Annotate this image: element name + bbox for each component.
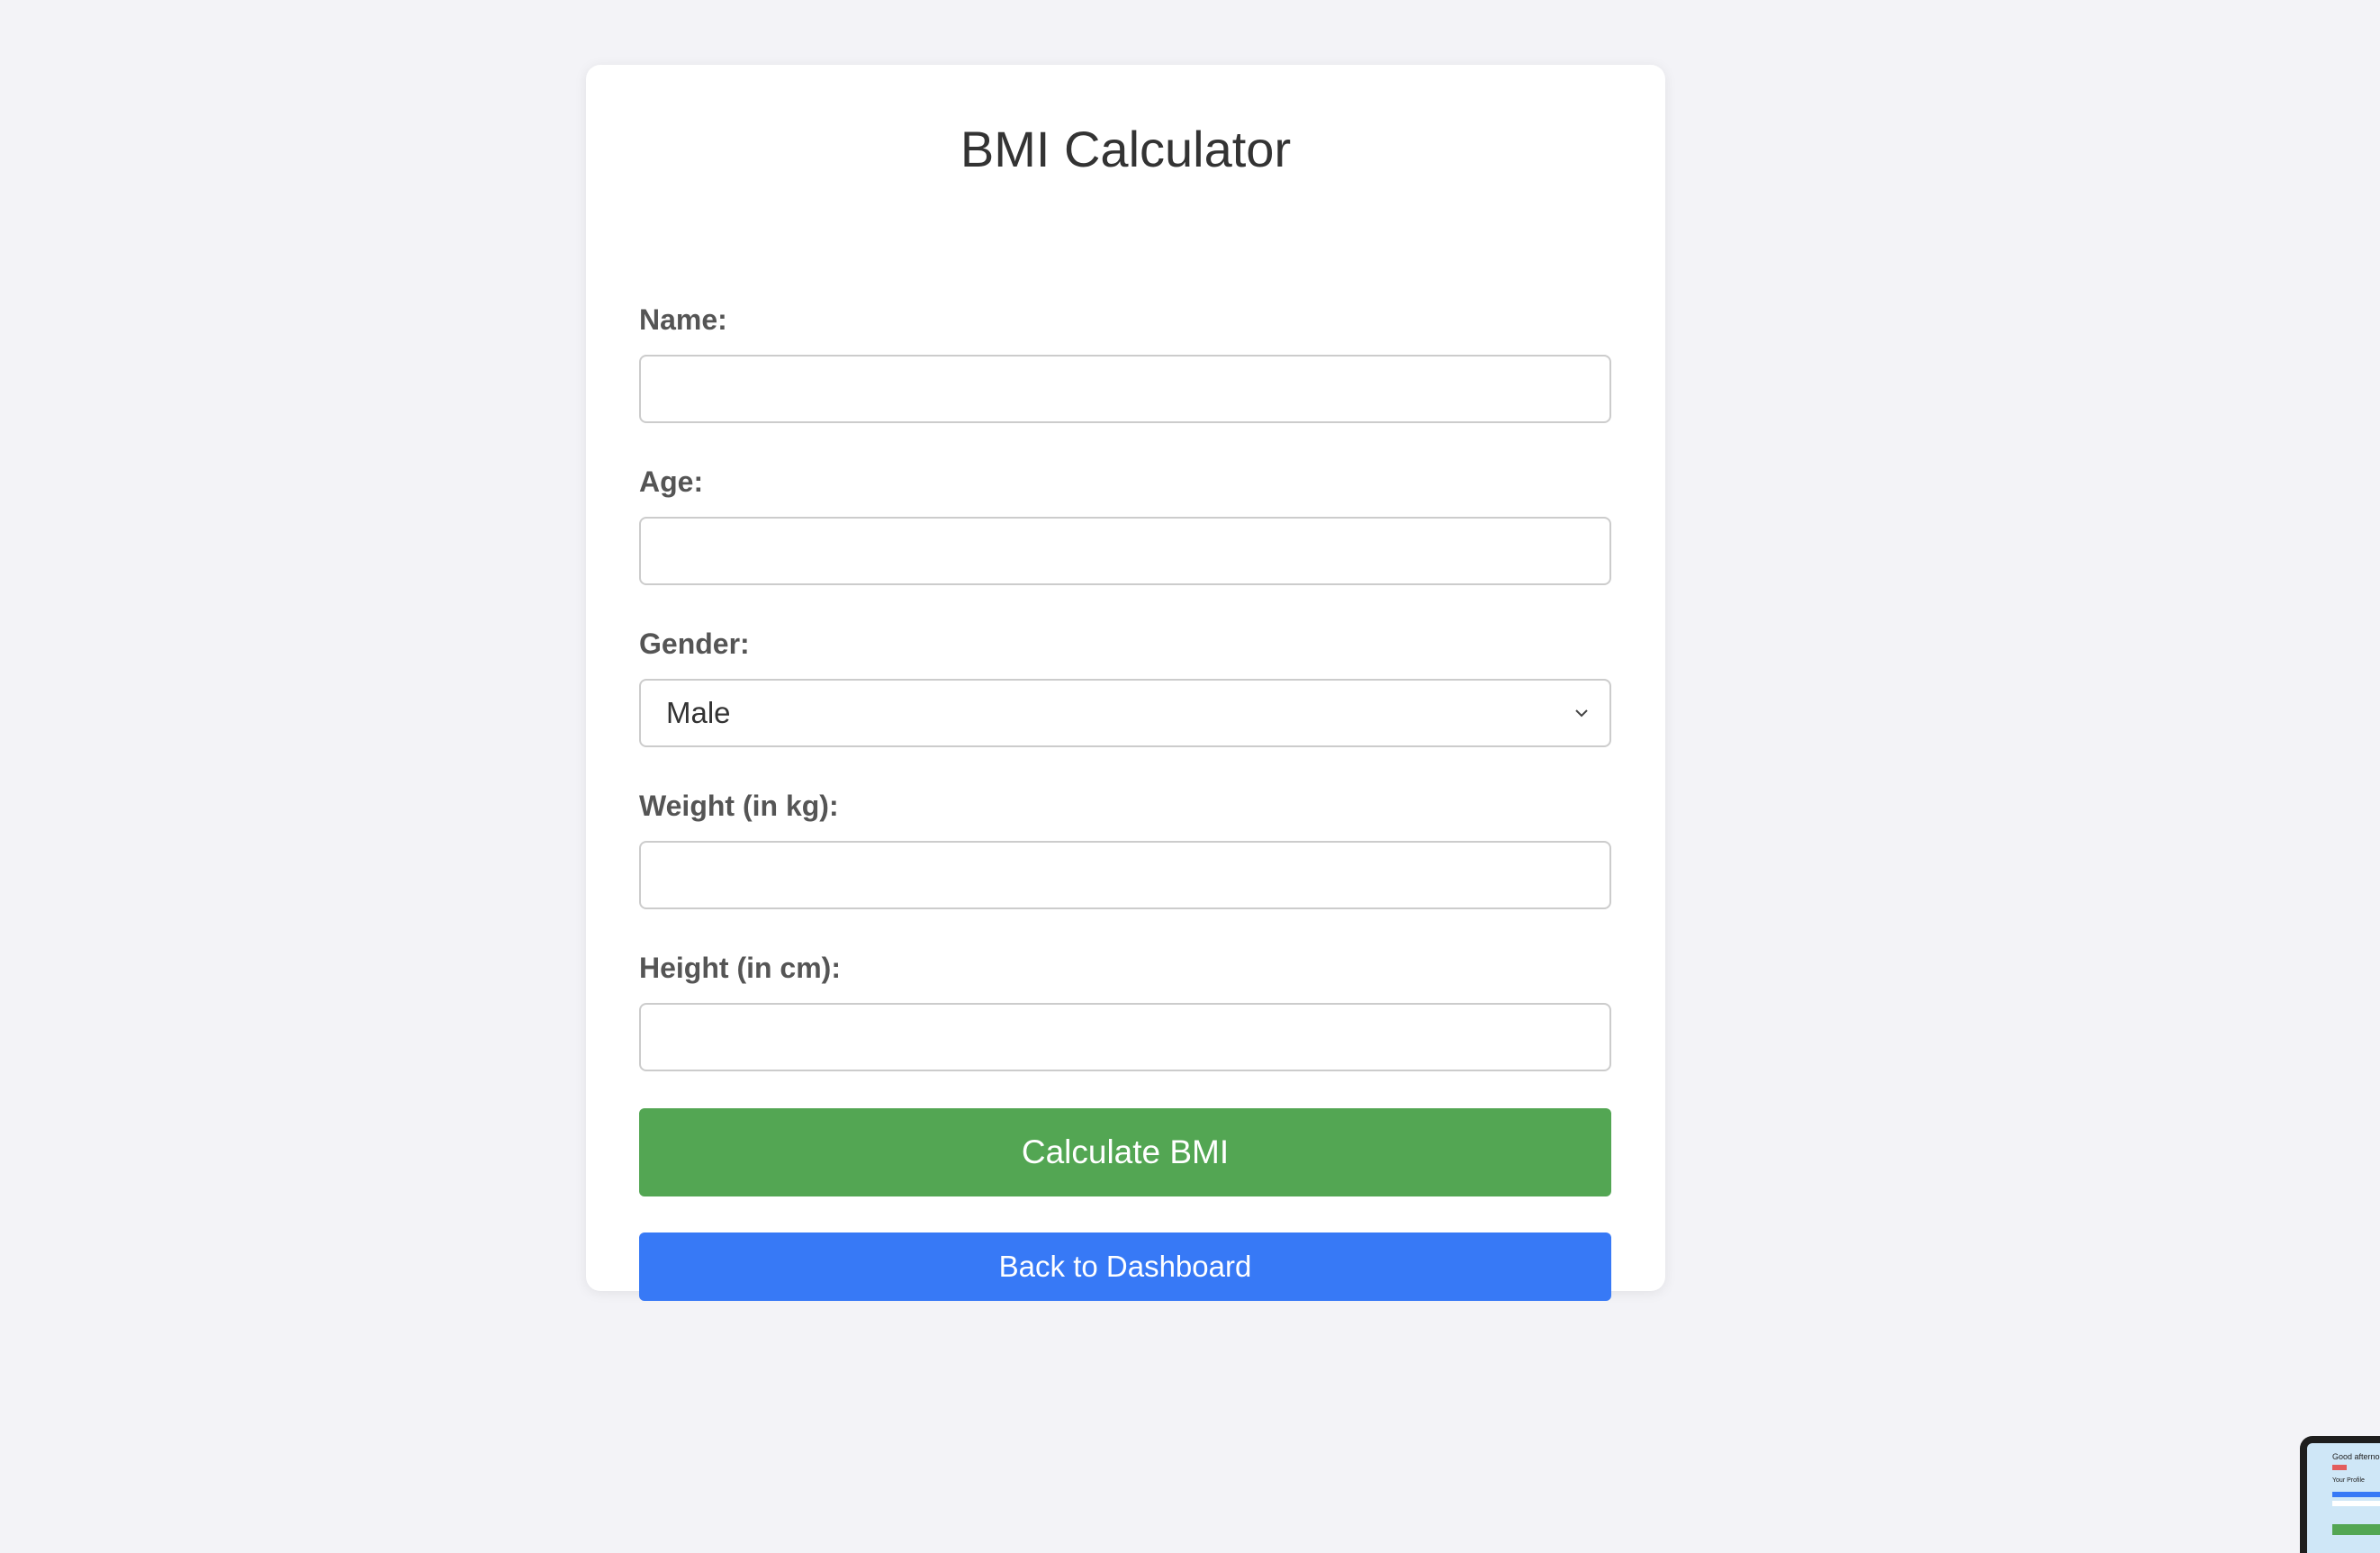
chevron-down-icon (1575, 709, 1588, 718)
weight-input[interactable] (639, 841, 1611, 909)
age-input[interactable] (639, 517, 1611, 585)
preview-table-header (2332, 1492, 2380, 1497)
gender-selected-value: Male (666, 696, 731, 729)
height-input[interactable] (639, 1003, 1611, 1071)
preview-greeting: Good afternoo (2332, 1452, 2380, 1461)
name-label: Name: (639, 303, 727, 336)
preview-green-button (2332, 1524, 2380, 1535)
gender-select[interactable]: Male (639, 679, 1611, 747)
name-input[interactable] (639, 355, 1611, 423)
preview-badge (2332, 1465, 2347, 1470)
bmi-form-card: BMI Calculator Name: Age: Gender: Male W… (586, 65, 1665, 1301)
calculate-bmi-button[interactable]: Calculate BMI (639, 1108, 1611, 1196)
window-preview-thumbnail[interactable]: Good afternoo Your Profile (2300, 1436, 2380, 1553)
age-label: Age: (639, 465, 704, 498)
preview-screen: Good afternoo Your Profile (2307, 1443, 2380, 1553)
page-title: BMI Calculator (960, 121, 1292, 177)
weight-label: Weight (in kg): (639, 790, 839, 822)
preview-section: Your Profile (2332, 1477, 2365, 1484)
preview-table-row (2332, 1501, 2380, 1506)
back-to-dashboard-button[interactable]: Back to Dashboard (639, 1232, 1611, 1301)
height-label: Height (in cm): (639, 952, 841, 984)
gender-label: Gender: (639, 628, 750, 660)
